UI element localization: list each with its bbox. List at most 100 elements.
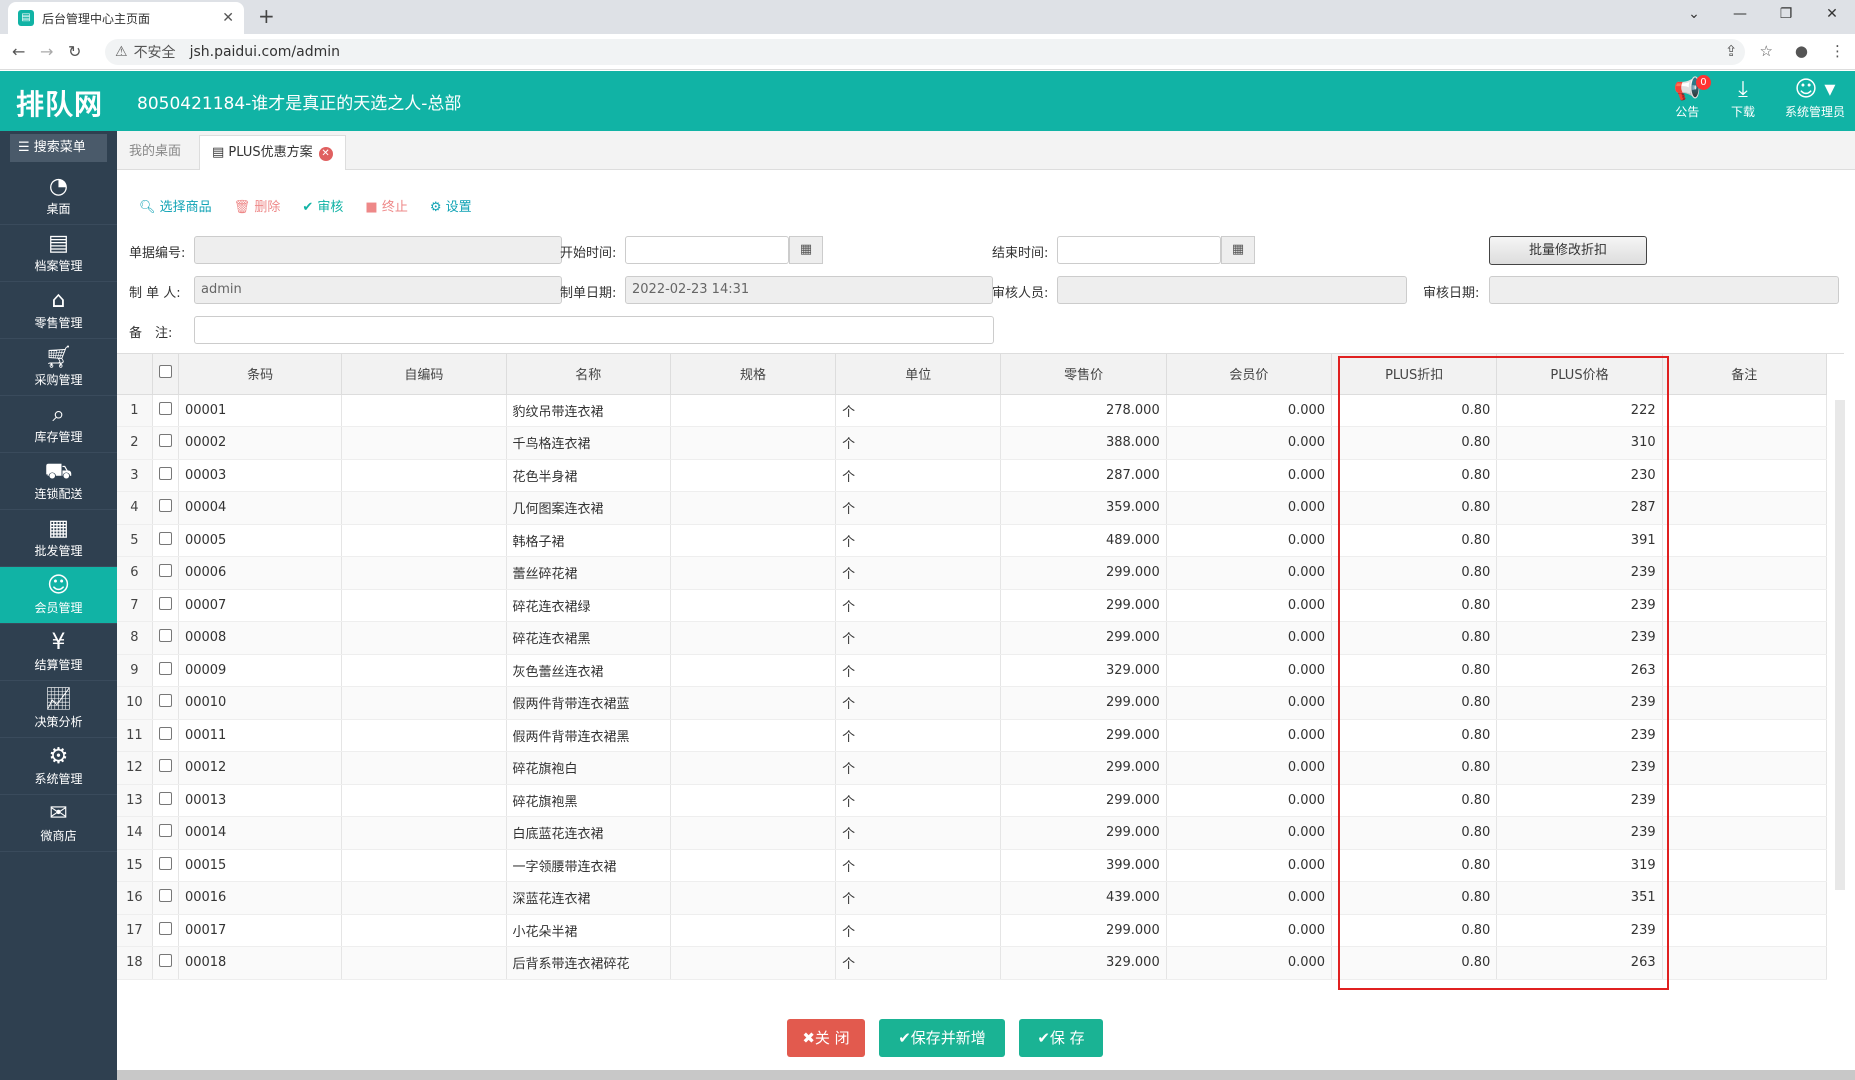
plus-discount-cell[interactable]: 0.80: [1331, 719, 1498, 752]
audit-date-field[interactable]: [1489, 276, 1839, 304]
plus-discount-cell[interactable]: 0.80: [1331, 491, 1498, 525]
close-tab-icon[interactable]: ✕: [318, 147, 333, 161]
plus-price-cell[interactable]: 263: [1496, 654, 1663, 687]
col-header[interactable]: PLUS折扣: [1331, 354, 1498, 395]
sidebar-item[interactable]: ☺ 会员管理: [0, 567, 117, 624]
remark-cell[interactable]: [1662, 394, 1828, 427]
table-row[interactable]: 17 00017 小花朵半裙 个 299.000 0.000 0.80 239: [117, 914, 1828, 947]
plus-discount-cell[interactable]: 0.80: [1331, 589, 1498, 622]
close-window-icon[interactable]: ✕: [1809, 0, 1855, 30]
tab-desk[interactable]: 我的桌面: [117, 135, 193, 170]
table-row[interactable]: 1 00001 豹纹吊带连衣裙 个 278.000 0.000 0.80 222: [117, 394, 1828, 427]
plus-price-cell[interactable]: 310: [1496, 426, 1663, 460]
menu-icon[interactable]: ⋮: [1830, 42, 1845, 60]
row-checkbox[interactable]: [152, 751, 179, 785]
row-checkbox[interactable]: [152, 621, 179, 655]
plus-discount-cell[interactable]: 0.80: [1331, 556, 1498, 590]
date-field[interactable]: 2022-02-23 14:31: [625, 276, 993, 304]
table-row[interactable]: 8 00008 碎花连衣裙黑 个 299.000 0.000 0.80 239: [117, 621, 1828, 655]
row-checkbox[interactable]: [152, 784, 179, 817]
remark-cell[interactable]: [1662, 459, 1828, 492]
plus-price-cell[interactable]: 263: [1496, 946, 1663, 980]
user-menu[interactable]: ☺ ▾ 系统管理员: [1785, 77, 1845, 120]
sidebar-item[interactable]: 🛒︎ 采购管理: [0, 339, 117, 396]
close-button[interactable]: ✖关 闭: [787, 1019, 865, 1057]
close-tab-icon[interactable]: ✕: [222, 10, 234, 26]
row-checkbox[interactable]: [152, 394, 179, 427]
remark-cell[interactable]: [1662, 849, 1828, 882]
col-header[interactable]: 自编码: [341, 354, 507, 395]
remark-cell[interactable]: [1662, 654, 1828, 687]
batch-discount-button[interactable]: 批量修改折扣: [1489, 236, 1647, 265]
profile-icon[interactable]: ●: [1795, 42, 1808, 60]
plus-price-cell[interactable]: 239: [1496, 816, 1663, 850]
plus-price-cell[interactable]: 239: [1496, 914, 1663, 947]
plus-discount-cell[interactable]: 0.80: [1331, 881, 1498, 915]
horizontal-scrollbar[interactable]: [117, 1070, 1855, 1080]
plus-discount-cell[interactable]: 0.80: [1331, 784, 1498, 817]
plus-price-cell[interactable]: 351: [1496, 881, 1663, 915]
plus-price-cell[interactable]: 239: [1496, 686, 1663, 720]
browser-tab[interactable]: ▤ 后台管理中心主页面 ✕: [8, 2, 244, 34]
row-checkbox[interactable]: [152, 491, 179, 525]
table-row[interactable]: 3 00003 花色半身裙 个 287.000 0.000 0.80 230: [117, 459, 1828, 492]
plus-discount-cell[interactable]: 0.80: [1331, 426, 1498, 460]
table-row[interactable]: 16 00016 深蓝花连衣裙 个 439.000 0.000 0.80 351: [117, 881, 1828, 915]
row-checkbox[interactable]: [152, 849, 179, 882]
plus-discount-cell[interactable]: 0.80: [1331, 914, 1498, 947]
plus-price-cell[interactable]: 239: [1496, 784, 1663, 817]
stop-button[interactable]: ■ 终止: [365, 196, 407, 215]
table-row[interactable]: 2 00002 千鸟格连衣裙 个 388.000 0.000 0.80 310: [117, 426, 1828, 460]
save-and-new-button[interactable]: ✔保存并新增: [879, 1019, 1005, 1057]
forward-icon[interactable]: →: [40, 42, 53, 61]
calendar-icon[interactable]: ▦: [1221, 236, 1255, 264]
remark-cell[interactable]: [1662, 524, 1828, 557]
row-checkbox[interactable]: [152, 426, 179, 460]
plus-price-cell[interactable]: 239: [1496, 751, 1663, 785]
maker-field[interactable]: admin: [194, 276, 562, 304]
star-icon[interactable]: ☆: [1759, 42, 1772, 60]
table-row[interactable]: 7 00007 碎花连衣裙绿 个 299.000 0.000 0.80 239: [117, 589, 1828, 622]
calendar-icon[interactable]: ▦: [789, 236, 823, 264]
download-button[interactable]: ⤓ 下载: [1731, 77, 1755, 120]
remark-cell[interactable]: [1662, 881, 1828, 915]
col-header[interactable]: 会员价: [1166, 354, 1333, 395]
audit-button[interactable]: ✔ 审核: [302, 196, 343, 215]
row-checkbox[interactable]: [152, 654, 179, 687]
sidebar-item[interactable]: ▤ 档案管理: [0, 225, 117, 282]
table-row[interactable]: 9 00009 灰色蕾丝连衣裙 个 329.000 0.000 0.80 263: [117, 654, 1828, 687]
table-row[interactable]: 11 00011 假两件背带连衣裙黑 个 299.000 0.000 0.80 239: [117, 719, 1828, 752]
address-input[interactable]: ⚠ 不安全 jsh.paidui.com/admin: [105, 39, 1745, 65]
row-checkbox[interactable]: [152, 816, 179, 850]
back-icon[interactable]: ←: [12, 42, 25, 61]
remark-cell[interactable]: [1662, 621, 1828, 655]
col-header[interactable]: 名称: [506, 354, 671, 395]
restore-icon[interactable]: ❐: [1763, 0, 1809, 30]
new-tab-button[interactable]: +: [258, 4, 275, 28]
remark-cell[interactable]: [1662, 816, 1828, 850]
plus-discount-cell[interactable]: 0.80: [1331, 686, 1498, 720]
tab-list-icon[interactable]: ⌄: [1671, 0, 1717, 30]
sidebar-item[interactable]: ⌕ 库存管理: [0, 396, 117, 453]
plus-discount-cell[interactable]: 0.80: [1331, 621, 1498, 655]
col-header[interactable]: 备注: [1662, 354, 1828, 395]
plus-discount-cell[interactable]: 0.80: [1331, 394, 1498, 427]
col-header[interactable]: 零售价: [1000, 354, 1167, 395]
plus-discount-cell[interactable]: 0.80: [1331, 524, 1498, 557]
remark-cell[interactable]: [1662, 751, 1828, 785]
table-row[interactable]: 6 00006 蕾丝碎花裙 个 299.000 0.000 0.80 239: [117, 556, 1828, 590]
col-header[interactable]: PLUS价格: [1496, 354, 1663, 395]
remark-cell[interactable]: [1662, 491, 1828, 525]
sidebar-item[interactable]: ⚙ 系统管理: [0, 738, 117, 795]
col-header[interactable]: 单位: [835, 354, 1002, 395]
settings-button[interactable]: ⚙ 设置: [430, 196, 472, 215]
note-field[interactable]: [194, 316, 994, 344]
row-checkbox[interactable]: [152, 914, 179, 947]
remark-cell[interactable]: [1662, 946, 1828, 980]
tab-plus-plan[interactable]: ▤ PLUS优惠方案 ✕: [199, 135, 346, 170]
row-checkbox[interactable]: [152, 719, 179, 752]
plus-discount-cell[interactable]: 0.80: [1331, 751, 1498, 785]
select-all-checkbox[interactable]: [152, 354, 179, 395]
share-icon[interactable]: ⇪: [1725, 42, 1738, 60]
sidebar-item[interactable]: ⛟ 连锁配送: [0, 453, 117, 510]
